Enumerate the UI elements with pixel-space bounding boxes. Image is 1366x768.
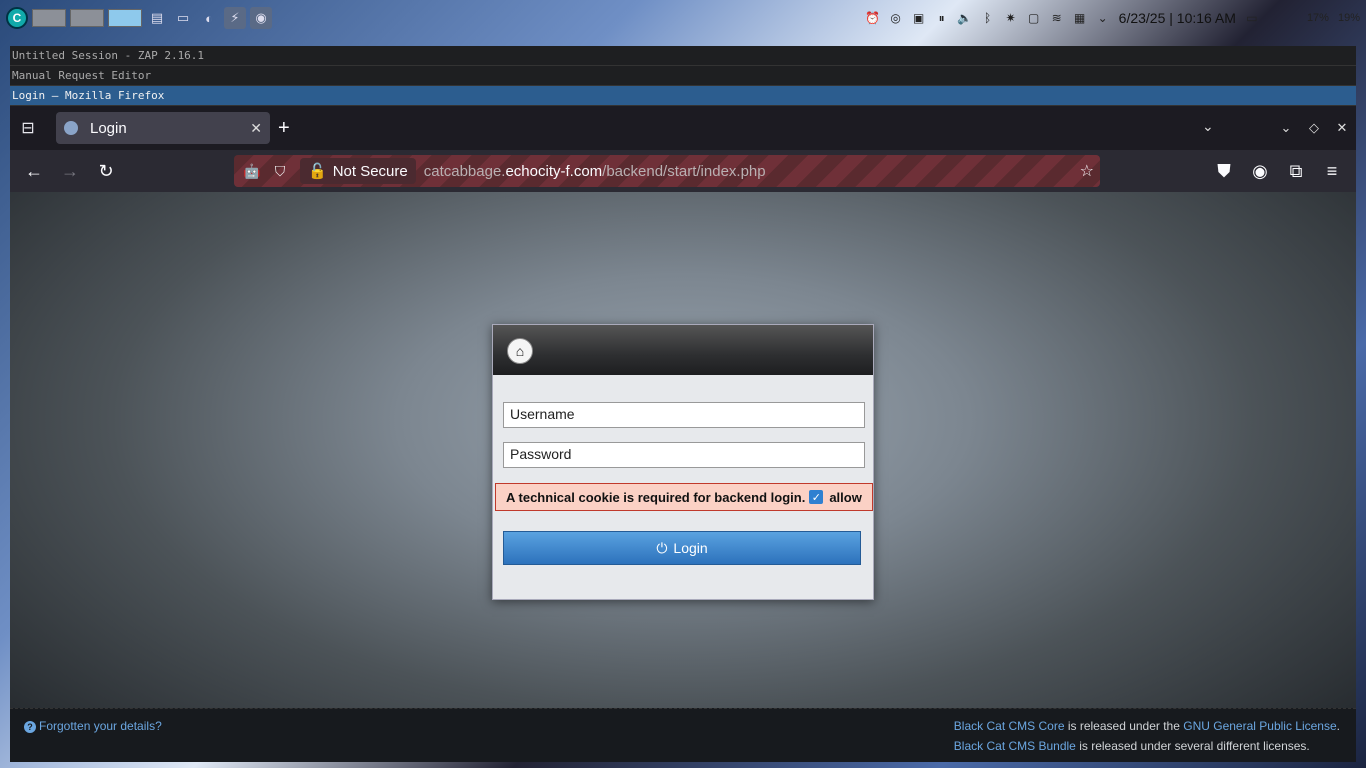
firefox-icon[interactable]: ◉ <box>250 7 272 29</box>
core-text: is released under the <box>1064 719 1184 733</box>
tab-login[interactable]: Login ✕ <box>56 112 270 144</box>
help-icon: ? <box>24 721 36 733</box>
gpl-link[interactable]: GNU General Public License <box>1183 719 1336 733</box>
not-secure-badge[interactable]: 🔓 Not Secure <box>300 158 416 184</box>
workspace-3[interactable] <box>108 9 142 27</box>
workspace-1[interactable] <box>32 9 66 27</box>
forgotten-details-label: Forgotten your details? <box>39 719 162 733</box>
app-launcher-icon[interactable]: C <box>6 7 28 29</box>
file-manager-icon[interactable]: ▭ <box>172 7 194 29</box>
forward-icon[interactable]: → <box>52 155 88 187</box>
close-window-icon[interactable]: ✕ <box>1328 120 1356 136</box>
firefox-window: ⊟ Login ✕ + ⌄ ⌄ ◇ ✕ ← → ↻ 🤖 ⛉ 🔓 Not Secu… <box>10 106 1356 762</box>
brightness-icon[interactable]: ✷ <box>1004 11 1018 25</box>
edge-browser-icon[interactable]: ◐ <box>198 7 220 29</box>
extensions-icon[interactable]: ⧉ <box>1278 155 1314 187</box>
device-icon[interactable]: ▢ <box>1027 11 1041 25</box>
not-secure-label: Not Secure <box>332 162 408 180</box>
gpl-end: . <box>1336 719 1340 733</box>
cookie-notice-text: A technical cookie is required for backe… <box>506 489 806 505</box>
url-path: /backend/start/index.php <box>602 162 766 180</box>
bookmark-star-icon[interactable]: ☆ <box>1080 161 1094 181</box>
pause-icon[interactable]: ⏸ <box>935 11 949 25</box>
tab-favicon-icon <box>64 121 78 135</box>
alarm-icon[interactable]: ⏰ <box>865 11 880 25</box>
minimize-icon[interactable]: ⌄ <box>1272 120 1300 136</box>
nav-bar: ← → ↻ 🤖 ⛉ 🔓 Not Secure catcabbage.echoci… <box>10 150 1356 192</box>
updates-icon[interactable]: ◎ <box>889 11 903 25</box>
password-field[interactable]: Password <box>503 442 865 468</box>
username-field[interactable]: Username <box>503 402 865 428</box>
bundle-text: is released under several different lice… <box>1075 739 1310 753</box>
power-icon: ⏻ <box>656 539 668 556</box>
login-header: ⌂ <box>493 325 873 375</box>
show-desktop-icon[interactable]: ▭ <box>1245 11 1259 25</box>
new-tab-button[interactable]: + <box>278 117 290 140</box>
list-all-tabs-icon[interactable]: ⌄ <box>1202 118 1214 135</box>
system-panel: C ▤ ▭ ◐ ⚡ ◉ ⏰ ◎ ▣ ⏸ 🔈 ᛒ ✷ ▢ ≋ ▦ ⌄ 6/23/2… <box>0 0 1366 36</box>
page-content: ⌂ Username Password A technical cookie i… <box>10 192 1356 762</box>
cookie-notice: A technical cookie is required for backe… <box>495 483 873 511</box>
display-icon[interactable]: ▦ <box>1073 11 1087 25</box>
chevron-down-icon[interactable]: ⌄ <box>1096 11 1110 25</box>
url-bar[interactable]: 🤖 ⛉ 🔓 Not Secure catcabbage.echocity-f.c… <box>234 155 1100 187</box>
maximize-icon[interactable]: ◇ <box>1300 120 1328 136</box>
bluetooth-icon[interactable]: ᛒ <box>981 11 995 25</box>
license-info: Black Cat CMS Core is released under the… <box>954 716 1340 756</box>
login-dialog: ⌂ Username Password A technical cookie i… <box>492 324 874 600</box>
login-button[interactable]: ⏻ Login <box>503 531 861 565</box>
lock-broken-icon: 🔓 <box>308 163 327 180</box>
clock[interactable]: 6/23/25 | 10:16 AM <box>1119 10 1236 26</box>
tab-strip: ⊟ Login ✕ + ⌄ ⌄ ◇ ✕ <box>10 106 1356 150</box>
volume-icon[interactable]: 🔈 <box>957 11 972 25</box>
zap-icon[interactable]: ⚡ <box>224 7 246 29</box>
url-text[interactable]: catcabbage.echocity-f.com/backend/start/… <box>424 163 766 180</box>
cookie-allow-checkbox[interactable]: ✓ <box>809 490 824 504</box>
account-icon[interactable]: ◉ <box>1242 155 1278 187</box>
zap-window-title[interactable]: Untitled Session - ZAP 2.16.1 <box>10 46 1356 66</box>
cookie-allow-label[interactable]: allow <box>829 490 862 505</box>
close-tab-icon[interactable]: ✕ <box>250 120 262 137</box>
page-footer: ? Forgotten your details? Black Cat CMS C… <box>10 708 1356 762</box>
battery-2: 19% <box>1337 12 1360 24</box>
tracking-shield-icon[interactable]: ⛉ <box>268 163 292 180</box>
core-link[interactable]: Black Cat CMS Core <box>954 719 1065 733</box>
battery-1: 17% <box>1306 12 1329 24</box>
clipboard-icon[interactable]: ▣ <box>912 11 926 25</box>
firefox-window-title[interactable]: Login — Mozilla Firefox <box>10 86 1356 106</box>
firefox-view-icon[interactable]: ⊟ <box>10 112 46 144</box>
manual-request-window-title[interactable]: Manual Request Editor <box>10 66 1356 86</box>
menu-icon[interactable]: ≡ <box>1314 155 1350 187</box>
bundle-link[interactable]: Black Cat CMS Bundle <box>954 739 1076 753</box>
url-domain: echocity-f.com <box>505 162 603 180</box>
forgotten-details-link[interactable]: ? Forgotten your details? <box>24 719 162 733</box>
terminal-icon[interactable]: ▤ <box>146 7 168 29</box>
proxy-robot-icon[interactable]: 🤖 <box>240 163 264 180</box>
wifi-icon[interactable]: ≋ <box>1050 11 1064 25</box>
workspace-2[interactable] <box>70 9 104 27</box>
back-icon[interactable]: ← <box>16 155 52 187</box>
url-prefix: catcabbage. <box>423 162 506 180</box>
login-button-label: Login <box>673 540 708 556</box>
home-icon[interactable]: ⌂ <box>507 338 533 364</box>
pocket-icon[interactable]: ⛊ <box>1206 155 1242 187</box>
reload-icon[interactable]: ↻ <box>88 155 124 187</box>
tab-title: Login <box>90 119 127 137</box>
